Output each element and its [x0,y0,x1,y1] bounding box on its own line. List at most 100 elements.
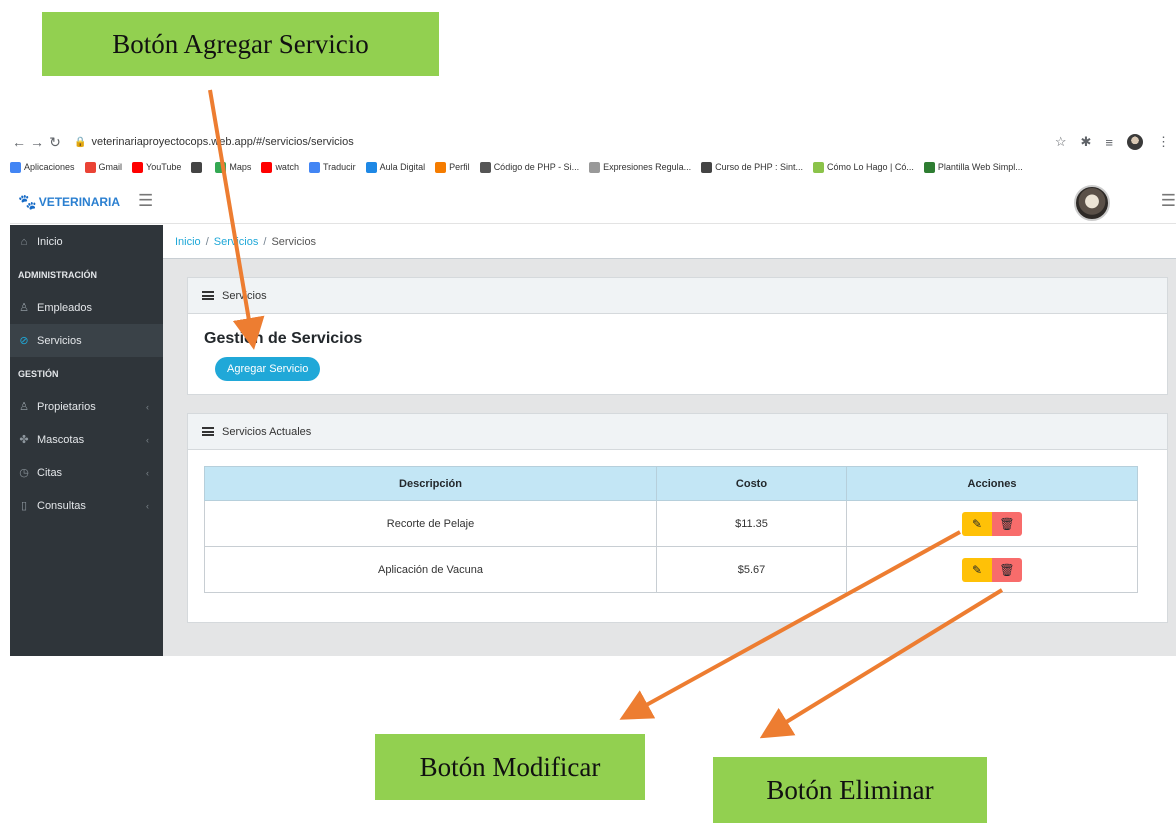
app-header: 🐾 VETERINARIA ☰ ☰ [10,180,1176,224]
bookmark-icon [10,161,21,173]
breadcrumb-home[interactable]: Inicio [175,236,201,248]
bookmark-label: Gmail [98,162,123,172]
chevron-left-icon: ‹ [146,401,149,412]
breadcrumb-separator: / [263,235,267,248]
menu-icon[interactable]: ⋮ [1157,134,1170,150]
bookmark-label: watch [275,162,299,172]
callout-edit: Botón Modificar [375,734,645,800]
column-header-description: Descripción [204,466,657,501]
bookmark-label: Traducir [322,162,356,172]
sidebar-item-propietarios[interactable]: ♙ Propietarios ‹ [10,390,163,423]
sidebar-item-inicio[interactable]: ⌂ Inicio [10,225,163,258]
lock-icon: 🔒 [74,137,87,148]
services-table: Descripción Costo Acciones Recorte de Pe… [204,466,1138,593]
bookmark-item[interactable]: Aula Digital [365,161,426,173]
bookmark-item[interactable] [191,161,205,173]
cell-actions: ✎ 🗑 [846,500,1138,547]
chevron-left-icon: ‹ [146,434,149,445]
sidebar-item-label: Citas [37,466,63,479]
aside-toggle-icon[interactable]: ☰ [1161,191,1176,211]
bookmark-item[interactable]: Curso de PHP : Sint... [701,161,804,173]
bookmark-item[interactable]: Expresiones Regula... [589,161,691,173]
url-field[interactable]: 🔒 veterinariaproyectocops.web.app/#/servi… [74,136,354,148]
delete-button[interactable]: 🗑 [992,511,1022,536]
reading-list-icon[interactable]: ≡ [1105,135,1113,150]
user-avatar[interactable] [1074,185,1110,221]
bookmark-item[interactable]: Código de PHP - Si... [479,161,580,173]
back-icon[interactable]: ← [10,134,28,150]
cell-description: Recorte de Pelaje [204,500,657,547]
bookmark-item[interactable]: YouTube [132,161,182,173]
profile-avatar[interactable] [1127,134,1143,150]
sidebar-section-gestion: GESTIÓN [18,368,59,379]
bookmark-icon [191,161,203,173]
bookmark-label: Código de PHP - Si... [493,162,580,172]
cell-description: Aplicación de Vacuna [204,546,657,593]
user-icon: ♙ [19,401,29,413]
sidebar-item-label: Propietarios [37,400,96,413]
document-icon: ▯ [20,500,28,512]
forward-icon[interactable]: → [28,134,46,150]
reload-icon[interactable]: ↻ [46,134,64,151]
sidebar-item-consultas[interactable]: ▯ Consultas ‹ [10,489,163,522]
bookmark-label: YouTube [146,162,182,172]
trash-icon: 🗑 [999,516,1015,531]
page-title: Gestion de Servicios [204,330,363,347]
bookmark-icon [701,161,713,173]
bookmark-icon [261,161,273,173]
bookmark-icon [813,161,825,173]
sidebar-item-citas[interactable]: ◷ Citas ‹ [10,456,163,489]
brand-name: VETERINARIA [38,195,121,209]
add-service-button[interactable]: Agregar Servicio [215,357,321,381]
table-row: Aplicación de Vacuna $5.67 ✎ 🗑 [204,546,1138,593]
edit-button[interactable]: ✎ [962,511,992,536]
paw-icon: 🐾 [18,194,37,211]
card-header: Servicios [188,278,1167,314]
brand-logo[interactable]: 🐾 VETERINARIA [18,193,120,211]
bookmark-label: Aula Digital [379,162,426,172]
card-header-title: Servicios [222,289,267,302]
sidebar-item-label: Mascotas [37,433,85,446]
paw-icon: ✤ [19,434,29,446]
breadcrumb-separator: / [205,235,209,248]
check-circle-icon: ⊘ [19,335,29,347]
card-header: Servicios Actuales [188,414,1167,450]
url-text: veterinariaproyectocops.web.app/#/servic… [91,136,354,148]
chevron-left-icon: ‹ [146,500,149,511]
bookmark-item[interactable]: Perfil [435,161,470,173]
edit-button[interactable]: ✎ [962,557,992,582]
chevron-left-icon: ‹ [146,467,149,478]
callout-delete: Botón Eliminar [713,757,987,823]
sidebar-item-mascotas[interactable]: ✤ Mascotas ‹ [10,423,163,456]
star-icon[interactable]: ☆ [1055,134,1067,150]
bookmark-item[interactable]: watch [261,161,299,173]
callout-add-service: Botón Agregar Servicio [42,12,439,76]
pencil-icon: ✎ [971,562,983,577]
bookmark-item[interactable]: Plantilla Web Simpl... [923,161,1023,173]
bookmark-item[interactable]: Cómo Lo Hago | Có... [813,161,914,173]
sidebar-section-admin: ADMINISTRACIÓN [18,269,97,280]
sidebar-item-empleados[interactable]: ♙ Empleados [10,291,163,324]
bookmark-icon [215,161,227,173]
bookmark-item[interactable]: Maps [215,161,252,173]
card-header-title: Servicios Actuales [222,425,312,438]
bookmark-label: Maps [229,162,252,172]
bookmark-icon [365,161,377,173]
delete-button[interactable]: 🗑 [992,557,1022,582]
bookmark-item[interactable]: Gmail [84,161,123,173]
extensions-icon[interactable]: ✱ [1081,134,1092,150]
bookmark-label: Curso de PHP : Sint... [715,162,804,172]
bookmark-item[interactable]: Traducir [308,161,356,173]
main-content: Inicio / Servicios / Servicios Servicios… [163,225,1176,656]
sidebar: ⌂ Inicio ADMINISTRACIÓN ♙ Empleados ⊘ Se… [10,225,163,656]
cell-cost: $11.35 [656,500,847,547]
bookmark-icon [589,161,601,173]
sidebar-toggle-icon[interactable]: ☰ [138,191,153,211]
bookmark-label: Aplicaciones [24,162,75,172]
bookmark-icon [308,161,320,173]
bookmark-label: Cómo Lo Hago | Có... [827,162,914,172]
sidebar-item-servicios[interactable]: ⊘ Servicios [10,324,163,357]
bookmark-item[interactable]: Aplicaciones [10,161,75,173]
breadcrumb-parent[interactable]: Servicios [214,236,259,248]
bookmark-label: Plantilla Web Simpl... [937,162,1023,172]
